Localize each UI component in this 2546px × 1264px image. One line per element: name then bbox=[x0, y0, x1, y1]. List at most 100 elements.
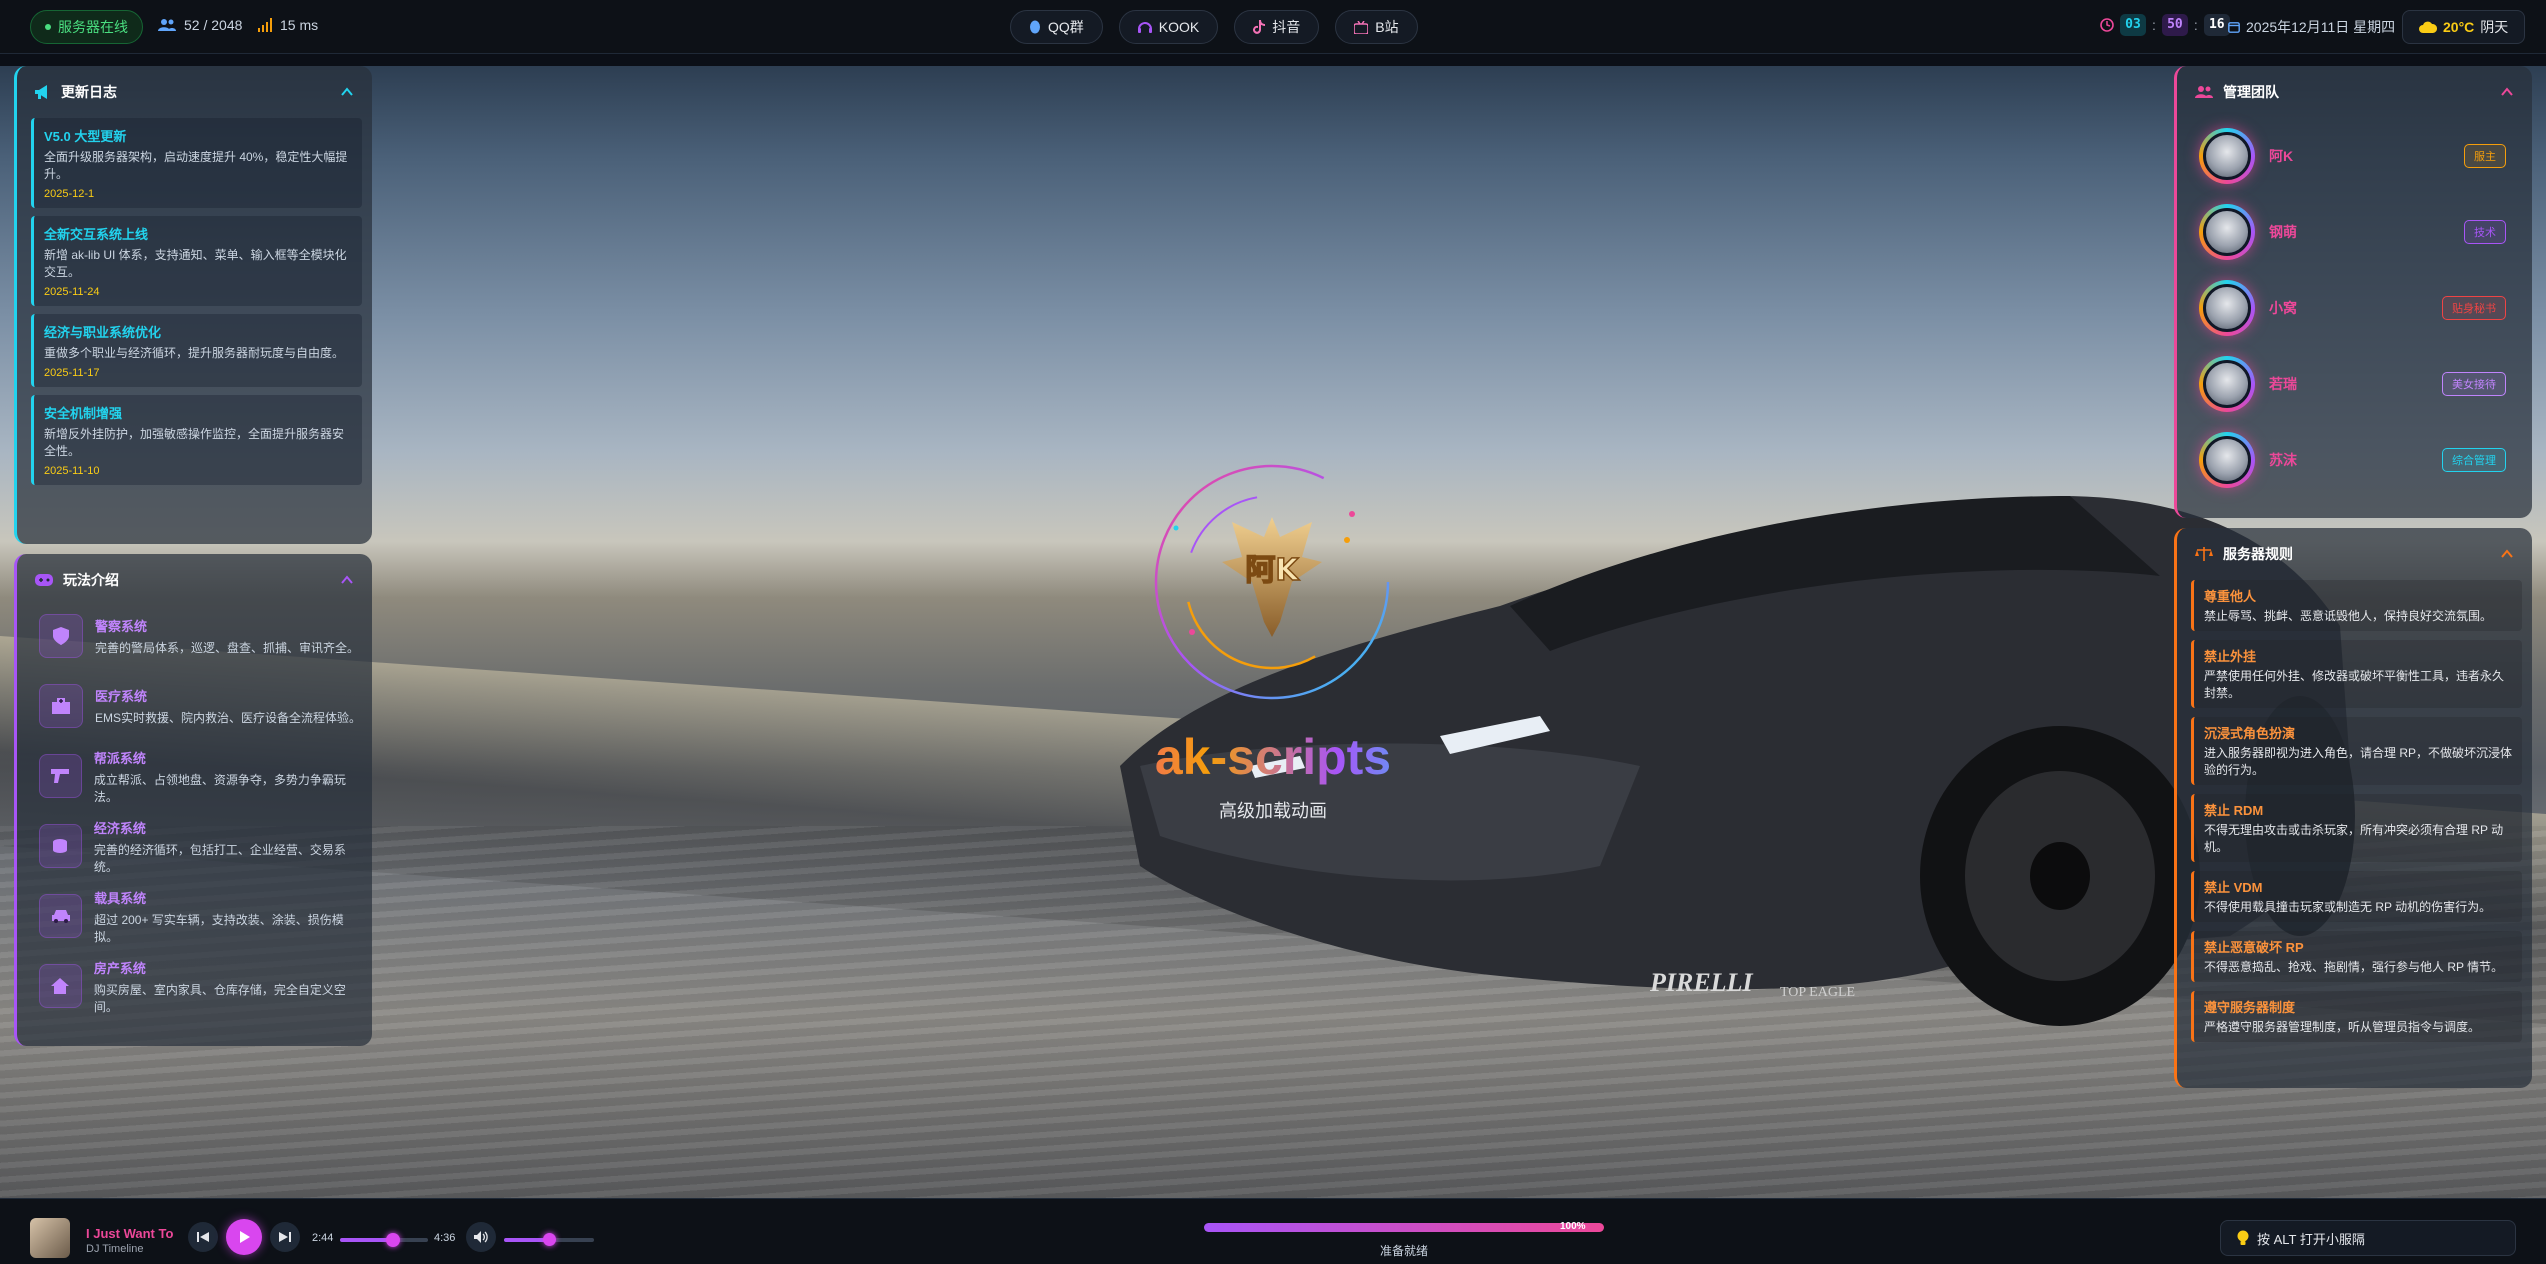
calendar-icon bbox=[2228, 22, 2240, 33]
hospital-icon bbox=[39, 684, 83, 728]
chevron-up-icon[interactable] bbox=[340, 573, 354, 587]
lightbulb-icon bbox=[2237, 1230, 2249, 1245]
seek-bar[interactable] bbox=[340, 1233, 428, 1247]
gameplay-item-title: 载具系统 bbox=[94, 890, 147, 906]
users-icon bbox=[2195, 86, 2213, 98]
team-header[interactable]: 管理团队 bbox=[2177, 66, 2532, 118]
avatar bbox=[2199, 128, 2255, 184]
gameplay-header[interactable]: 玩法介绍 bbox=[17, 554, 372, 606]
seek-handle[interactable] bbox=[385, 1233, 400, 1247]
online-dot-icon bbox=[45, 24, 51, 30]
signal-icon bbox=[258, 18, 272, 32]
gameplay-item: 载具系统超过 200+ 写实车辆，支持改装、涂装、损伤模拟。 bbox=[39, 886, 362, 946]
temperature: 20°C bbox=[2443, 19, 2475, 35]
rule-title: 遵守服务器制度 bbox=[2204, 1000, 2296, 1015]
rule-item: 沉浸式角色扮演 进入服务器即视为进入角色，请合理 RP，不做破坏沉浸体验的行为。 bbox=[2191, 717, 2522, 785]
gameplay-item-desc: 超过 200+ 写实车辆，支持改装、涂装、损伤模拟。 bbox=[94, 912, 344, 944]
rules-header[interactable]: 服务器规则 bbox=[2177, 528, 2532, 580]
avatar bbox=[2199, 204, 2255, 260]
gameplay-item: 房产系统 购买房屋、室内家具、仓库存储，完全自定义空间。 bbox=[39, 956, 362, 1016]
changelog-header[interactable]: 更新日志 bbox=[17, 66, 372, 118]
server-status-badge: 服务器在线 bbox=[30, 10, 143, 44]
team-member: 苏沫 综合管理 bbox=[2177, 422, 2532, 498]
rule-item: 遵守服务器制度严格遵守服务器管理制度，听从管理员指令与调度。 bbox=[2191, 991, 2522, 1042]
svg-text:PIRELLI: PIRELLI bbox=[1649, 968, 1753, 997]
bilibili-link[interactable]: B站 bbox=[1335, 10, 1418, 44]
shield-icon bbox=[39, 614, 83, 658]
svg-text:TOP EAGLE: TOP EAGLE bbox=[1780, 985, 1855, 1000]
rule-desc: 不得使用载具撞击玩家或制造无 RP 动机的伤害行为。 bbox=[2204, 900, 2492, 914]
rule-title: 禁止 RDM bbox=[2204, 803, 2264, 818]
play-button[interactable] bbox=[226, 1219, 262, 1255]
skip-back-icon bbox=[197, 1232, 209, 1242]
changelog-item-desc: 重做多个职业与经济循环，提升服务器耐玩度与自由度。 bbox=[44, 346, 345, 360]
rule-title: 禁止外挂 bbox=[2204, 649, 2257, 664]
role-badge: 综合管理 bbox=[2442, 448, 2506, 472]
changelog-item: V5.0 大型更新 全面升级服务器架构，启动速度提升 40%，稳定性大幅提升。 … bbox=[31, 118, 362, 208]
changelog-item-date: 2025-11-17 bbox=[44, 367, 100, 379]
gameplay-item: 医疗系统 EMS实时救援、院内救治、医疗设备全流程体验。 bbox=[39, 676, 362, 736]
ak-logo-emblem: 阿K bbox=[1154, 464, 1390, 700]
player-count-text: 52 / 2048 bbox=[184, 17, 243, 33]
song-artist: DJ Timeline bbox=[86, 1243, 144, 1255]
song-title: I Just Want To bbox=[86, 1226, 174, 1241]
volume-handle[interactable] bbox=[542, 1233, 556, 1246]
team-member: 阿K 服主 bbox=[2177, 118, 2532, 194]
weather-text: 阴天 bbox=[2480, 19, 2509, 35]
users-icon bbox=[158, 19, 176, 31]
gameplay-item-desc: 购买房屋、室内家具、仓库存储，完全自定义空间。 bbox=[93, 982, 346, 1014]
role-badge: 服主 bbox=[2464, 144, 2506, 168]
role-badge: 美女接待 bbox=[2442, 372, 2506, 396]
gameplay-item-desc: 完善的经济循环，包括打工、企业经营、交易系统。 bbox=[93, 842, 346, 874]
qq-group-link[interactable]: QQ群 bbox=[1010, 10, 1103, 44]
alt-hint-text: 按 ALT 打开小服隔 bbox=[2257, 1231, 2365, 1247]
volume-icon bbox=[474, 1231, 488, 1243]
scale-icon bbox=[2195, 547, 2213, 561]
chevron-up-icon[interactable] bbox=[2500, 85, 2514, 99]
kook-link[interactable]: KOOK bbox=[1118, 10, 1219, 44]
changelog-item-desc: 全面升级服务器架构，启动速度提升 40%，稳定性大幅提升。 bbox=[44, 150, 348, 181]
gun-icon bbox=[39, 754, 82, 798]
avatar bbox=[2199, 432, 2255, 488]
clock-minutes: 50 bbox=[2161, 14, 2188, 36]
mute-button[interactable] bbox=[466, 1222, 496, 1252]
member-name: 阿K bbox=[2269, 148, 2294, 164]
skip-forward-icon bbox=[279, 1232, 291, 1242]
rule-title: 禁止恶意破坏 RP bbox=[2204, 940, 2304, 955]
headset-icon bbox=[1137, 22, 1152, 33]
next-button[interactable] bbox=[270, 1222, 300, 1252]
rule-item: 禁止外挂 严禁使用任何外挂、修改器或破坏平衡性工具，违者永久封禁。 bbox=[2191, 640, 2522, 708]
logo-text: 阿K bbox=[1245, 553, 1300, 588]
album-cover bbox=[30, 1218, 70, 1258]
play-icon bbox=[240, 1231, 250, 1243]
changelog-title: 更新日志 bbox=[61, 84, 117, 100]
changelog-item: 经济与职业系统优化 重做多个职业与经济循环，提升服务器耐玩度与自由度。 2025… bbox=[31, 314, 362, 387]
changelog-panel: 更新日志 V5.0 大型更新 全面升级服务器架构，启动速度提升 40%，稳定性大… bbox=[14, 66, 372, 544]
rule-desc: 严格遵守服务器管理制度，听从管理员指令与调度。 bbox=[2204, 1020, 2481, 1034]
chevron-up-icon[interactable] bbox=[2500, 547, 2514, 561]
member-name: 小窝 bbox=[2269, 300, 2297, 316]
rule-title: 尊重他人 bbox=[2204, 589, 2257, 604]
member-name: 钢萌 bbox=[2269, 224, 2297, 240]
clock-icon bbox=[2100, 18, 2114, 32]
social-links: QQ群 KOOK 抖音 B站 bbox=[1010, 10, 1418, 44]
avatar bbox=[2199, 356, 2255, 412]
previous-button[interactable] bbox=[188, 1222, 218, 1252]
cloud-icon bbox=[2419, 21, 2437, 33]
volume-slider[interactable] bbox=[504, 1233, 594, 1246]
changelog-item: 安全机制增强 新增反外挂防护，加强敏感操作监控，全面提升服务器安全性。 2025… bbox=[31, 395, 362, 485]
house-icon bbox=[39, 964, 82, 1008]
player-count: 52 / 2048 bbox=[158, 17, 242, 33]
gamepad-icon bbox=[35, 574, 53, 586]
gameplay-item-title: 警察系统 bbox=[95, 619, 148, 634]
gameplay-item-title: 帮派系统 bbox=[93, 750, 146, 766]
weather-widget: 20°C 阴天 bbox=[2402, 10, 2526, 44]
role-badge: 贴身秘书 bbox=[2442, 296, 2506, 320]
chevron-up-icon[interactable] bbox=[340, 85, 354, 99]
alt-hint-button[interactable]: 按 ALT 打开小服隔 bbox=[2220, 1220, 2516, 1256]
loading-status-text: 准备就绪 bbox=[1379, 1244, 1428, 1258]
gameplay-item: 警察系统 完善的警局体系，巡逻、盘查、抓捕、审讯齐全。 bbox=[39, 606, 362, 666]
brand-title: ak-scripts bbox=[1080, 728, 1466, 786]
ping-text: 15 ms bbox=[280, 17, 319, 33]
douyin-link[interactable]: 抖音 bbox=[1234, 10, 1320, 44]
